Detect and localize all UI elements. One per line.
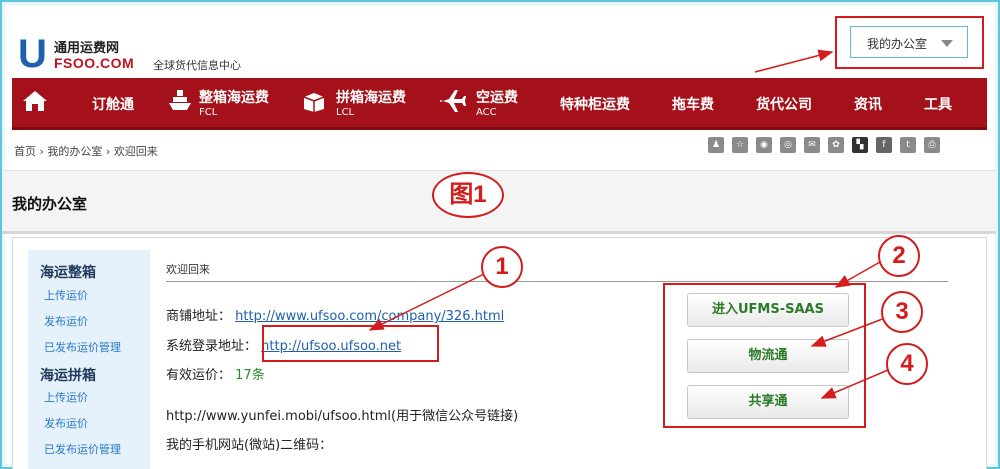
logo-tagline: 全球货代信息中心 [153, 59, 241, 72]
print-icon[interactable]: ⎙ [924, 137, 940, 153]
shop-address-label: 商铺地址： [166, 309, 232, 324]
nav-label: 整箱海运费 [199, 90, 269, 106]
logo-letter: U [18, 32, 47, 76]
twitter-share-icon[interactable]: t [900, 137, 916, 153]
airplane-icon [440, 90, 466, 112]
nav-tools[interactable]: 工具 [924, 78, 958, 127]
sidebar-heading-fcl: 海运整箱 [40, 265, 96, 281]
divider [166, 281, 948, 282]
sidebar-item-lcl-upload[interactable]: 上传运价 [44, 389, 88, 405]
wechat-share-icon[interactable]: ✉ [804, 137, 820, 153]
renren-share-icon[interactable]: ◉ [756, 137, 772, 153]
logo-domain: FSOO.COM [54, 55, 135, 71]
breadcrumb-office[interactable]: 我的办公室 [47, 145, 102, 158]
sidebar-item-fcl-manage[interactable]: 已发布运价管理 [44, 339, 121, 355]
nav-label: 资讯 [854, 97, 882, 113]
breadcrumb: 首页 › 我的办公室 › 欢迎回来 [14, 143, 158, 159]
annotation-box-actions [663, 283, 866, 428]
box-icon [303, 93, 325, 112]
valid-rates-count[interactable]: 17条 [235, 368, 265, 383]
site-logo[interactable]: U 通用运费网 FSOO.COM 全球货代信息中心 [18, 34, 248, 74]
login-address-label: 系统登录地址： [166, 339, 258, 354]
facebook-share-icon[interactable]: f [876, 137, 892, 153]
breadcrumb-separator: › [105, 145, 111, 158]
figure-label: 图1 [432, 172, 504, 218]
logo-site-name: 通用运费网 [54, 41, 120, 56]
annotation-number-1: 1 [481, 246, 523, 288]
sidebar-item-lcl-manage[interactable]: 已发布运价管理 [44, 441, 121, 457]
shop-address-row: 商铺地址： http://www.ufsoo.com/company/326.h… [166, 305, 504, 324]
qr-code-label: 我的手机网站(微站)二维码： [166, 438, 333, 453]
nav-label: 拖车费 [672, 97, 714, 113]
breadcrumb-separator: › [39, 145, 44, 158]
annotation-number-4: 4 [886, 343, 928, 385]
sidebar: 海运整箱 上传运价 发布运价 已发布运价管理 海运拼箱 上传运价 发布运价 已发… [28, 250, 150, 469]
nav-label: 特种柜运费 [560, 97, 630, 113]
nav-sublabel: LCL [336, 107, 355, 118]
valid-rates-row: 有效运价： 17条 [166, 364, 265, 383]
nav-news[interactable]: 资讯 [854, 78, 888, 127]
nav-forwarders[interactable]: 货代公司 [756, 78, 820, 127]
sidebar-item-fcl-publish[interactable]: 发布运价 [44, 313, 88, 329]
page-title: 我的办公室 [12, 195, 88, 213]
nav-label: 空运费 [476, 90, 518, 106]
sidebar-heading-lcl: 海运拼箱 [40, 368, 96, 384]
mobile-link-text: http://www.yunfei.mobi/ufsoo.html(用于微信公众… [166, 409, 519, 424]
annotation-box-office [835, 16, 984, 69]
douban-share-icon[interactable]: ▚ [852, 137, 868, 153]
nav-sublabel: FCL [199, 107, 218, 118]
home-icon [23, 91, 47, 111]
ship-icon [169, 90, 191, 110]
nav-home[interactable] [22, 78, 52, 127]
nav-fcl[interactable]: 整箱海运费 FCL [169, 78, 279, 127]
nav-special-container[interactable]: 特种柜运费 [560, 78, 640, 127]
nav-sublabel: ACC [476, 107, 497, 118]
nav-trailer[interactable]: 拖车费 [672, 78, 722, 127]
breadcrumb-current: 欢迎回来 [113, 145, 158, 158]
baidu-share-icon[interactable]: ✿ [828, 137, 844, 153]
nav-booking[interactable]: 订舱通 [92, 78, 152, 127]
sidebar-item-lcl-publish[interactable]: 发布运价 [44, 415, 88, 431]
breadcrumb-home[interactable]: 首页 [14, 145, 36, 158]
nav-label: 拼箱海运费 [336, 90, 406, 106]
nav-lcl[interactable]: 拼箱海运费 LCL [302, 78, 412, 127]
nav-label: 订舱通 [92, 97, 134, 113]
annotation-number-2: 2 [878, 235, 920, 277]
nav-label: 工具 [924, 97, 952, 113]
annotation-box-login [262, 325, 439, 362]
main-nav: 订舱通 整箱海运费 FCL 拼箱海运费 LCL 空运费 ACC 特种柜运费 拖车… [12, 78, 987, 130]
welcome-heading: 欢迎回来 [166, 263, 210, 276]
sidebar-item-fcl-upload[interactable]: 上传运价 [44, 287, 88, 303]
pengyou-share-icon[interactable]: ◎ [780, 137, 796, 153]
nav-label: 货代公司 [756, 97, 812, 113]
shop-address-link[interactable]: http://www.ufsoo.com/company/326.html [235, 309, 504, 324]
qzone-share-icon[interactable]: ☆ [732, 137, 748, 153]
nav-air[interactable]: 空运费 ACC [438, 78, 528, 127]
annotation-number-3: 3 [881, 291, 923, 333]
qq-share-icon[interactable]: ♟ [708, 137, 724, 153]
valid-rates-label: 有效运价： [166, 368, 232, 383]
